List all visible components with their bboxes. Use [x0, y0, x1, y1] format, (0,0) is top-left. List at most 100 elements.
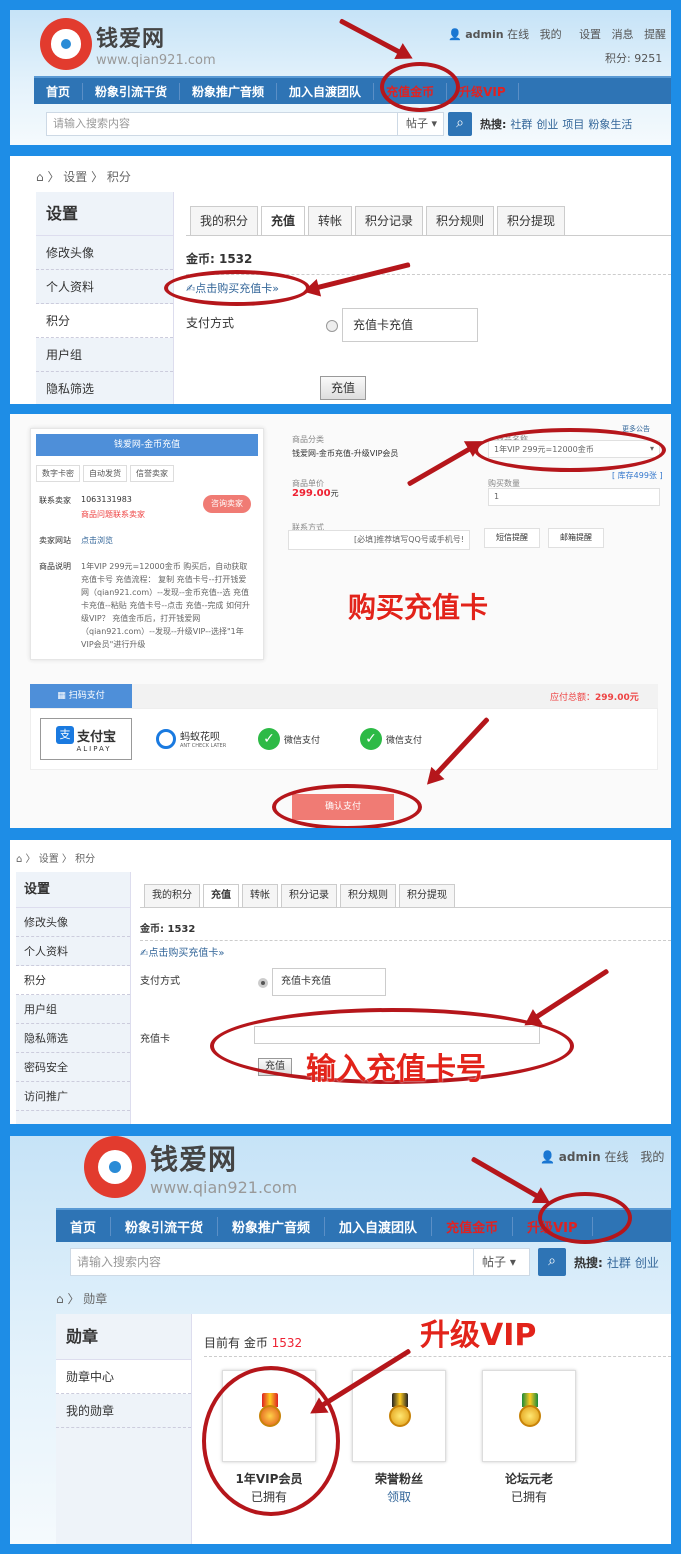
sidebar-item-avatar[interactable]: 修改头像	[36, 236, 173, 270]
gold-balance: 金币: 1532	[140, 924, 196, 935]
tab-transfer[interactable]: 转帐	[242, 884, 278, 908]
nav-home[interactable]: 首页	[56, 1216, 112, 1236]
search-bar: 请输入搜索内容 帖子 ▾ ⌕ 热搜: 社群 创业	[70, 1248, 659, 1276]
annotation-circle	[538, 1192, 632, 1244]
pay-alipay[interactable]: 支支付宝 ALIPAY	[40, 718, 132, 760]
site-logo[interactable]: 钱爱网 www.qian921.com	[84, 1136, 297, 1198]
card-option-label: 充值卡充值	[353, 318, 414, 332]
messages-link[interactable]: 消息	[612, 28, 634, 41]
card-option[interactable]: 充值卡充值	[272, 968, 386, 996]
user-icon: 👤	[448, 28, 462, 41]
total-amount: 应付总额：299.00元	[550, 690, 639, 703]
hot-item[interactable]: 创业	[536, 118, 558, 131]
nav-traffic[interactable]: 粉象引流干货	[111, 1216, 219, 1236]
pay-wechat-2[interactable]: ✓ 微信支付	[360, 728, 422, 750]
card-radio-selected[interactable]	[258, 978, 268, 988]
search-button[interactable]: ⌕	[448, 112, 472, 136]
crumb-settings[interactable]: 设置	[63, 170, 87, 184]
tab-transfer[interactable]: 转帐	[308, 206, 352, 236]
annotation-circle	[272, 784, 422, 828]
remind-link[interactable]: 提醒	[644, 28, 666, 41]
tab-my-points[interactable]: 我的积分	[144, 884, 200, 908]
nav-team[interactable]: 加入自渡团队	[325, 1216, 433, 1236]
annotation-circle	[474, 428, 666, 472]
tab-my-points[interactable]: 我的积分	[190, 206, 258, 236]
tab-points-rules[interactable]: 积分规则	[426, 206, 494, 236]
sms-remind-button[interactable]: 短信提醒	[484, 528, 540, 548]
sidebar-item-profile[interactable]: 个人资料	[36, 270, 173, 304]
sidebar-item-usergroup[interactable]: 用户组	[16, 995, 130, 1024]
tab-points-log[interactable]: 积分记录	[281, 884, 337, 908]
medal-claim-link[interactable]: 领取	[352, 1488, 446, 1505]
search-type-select[interactable]: 帖子 ▾	[398, 112, 444, 136]
crumb-settings[interactable]: 设置	[39, 854, 59, 865]
username[interactable]: admin	[465, 28, 503, 41]
annotation-arrow	[312, 262, 411, 292]
nav-team[interactable]: 加入自渡团队	[277, 82, 375, 100]
product-description: 1年VIP 299元=12000金币 购买后，自动获取 充值卡号 充值流程： 复…	[81, 562, 250, 649]
sidebar-item-avatar[interactable]: 修改头像	[16, 908, 130, 937]
sidebar-item-promote[interactable]: 访问推广	[16, 1082, 130, 1111]
annotation-arrow	[338, 18, 405, 57]
sidebar-item-privacy[interactable]: 隐私筛选	[36, 372, 173, 404]
sidebar-item-privacy[interactable]: 隐私筛选	[16, 1024, 130, 1053]
sidebar-item-usergroup[interactable]: 用户组	[36, 338, 173, 372]
consult-seller-button[interactable]: 咨询卖家	[203, 495, 251, 513]
search-type-select[interactable]: 帖子 ▾	[474, 1248, 530, 1276]
contact-input[interactable]: [必填]推荐填写QQ号或手机号!	[288, 530, 470, 550]
pay-huabei[interactable]: 蚂蚁花呗 ANT CHECK LATER	[156, 728, 226, 749]
tab-points-log[interactable]: 积分记录	[355, 206, 423, 236]
sidebar-item-points[interactable]: 积分	[16, 966, 130, 995]
sidebar-item-points[interactable]: 积分	[36, 304, 173, 338]
username[interactable]: admin	[559, 1150, 601, 1164]
my-link[interactable]: 我的	[640, 1150, 664, 1164]
nav-audio[interactable]: 粉象推广音频	[218, 1216, 326, 1236]
hot-item[interactable]: 粉象生活	[588, 118, 632, 131]
hot-item[interactable]: 社群	[607, 1256, 631, 1270]
points-display[interactable]: 积分: 9251	[605, 50, 662, 66]
site-logo[interactable]: 钱爱网 www.qian921.com	[40, 18, 216, 70]
search-icon: ⌕	[456, 115, 464, 131]
pay-wechat-1[interactable]: ✓ 微信支付	[258, 728, 320, 750]
hot-item[interactable]: 创业	[635, 1256, 659, 1270]
price-unit: 元	[330, 489, 339, 498]
site-link[interactable]: 点击浏览	[81, 535, 113, 546]
tab-recharge[interactable]: 充值	[203, 884, 239, 908]
sidebar-item-my-medals[interactable]: 我的勋章	[56, 1394, 191, 1428]
card-radio[interactable]	[326, 320, 338, 332]
nav-traffic[interactable]: 粉象引流干货	[83, 82, 181, 100]
tab-withdraw[interactable]: 积分提现	[399, 884, 455, 908]
tab-points-rules[interactable]: 积分规则	[340, 884, 396, 908]
my-link[interactable]: 我的	[540, 28, 562, 41]
logo-name: 钱爱网	[96, 25, 166, 52]
sidebar-item-medal-center[interactable]: 勋章中心	[56, 1360, 191, 1394]
medal-card-veteran[interactable]	[482, 1370, 576, 1462]
search-input[interactable]: 请输入搜索内容	[70, 1248, 474, 1276]
tab-recharge[interactable]: 充值	[261, 206, 305, 236]
hot-item[interactable]: 项目	[562, 118, 584, 131]
buy-card-link[interactable]: ✍点击购买充值卡»	[140, 944, 225, 959]
home-icon[interactable]: ⌂	[56, 1292, 64, 1306]
home-icon[interactable]: ⌂	[16, 854, 22, 865]
sidebar-item-profile[interactable]: 个人资料	[16, 937, 130, 966]
qty-input[interactable]: 1	[488, 488, 660, 506]
search-input[interactable]: 请输入搜索内容	[46, 112, 398, 136]
nav-recharge[interactable]: 充值金币	[432, 1216, 514, 1236]
mail-remind-button[interactable]: 邮箱提醒	[548, 528, 604, 548]
home-icon[interactable]: ⌂	[36, 170, 44, 184]
search-button[interactable]: ⌕	[538, 1248, 566, 1276]
divider	[204, 1356, 671, 1357]
scan-pay-tab[interactable]: ▦ 扫码支付	[30, 684, 132, 708]
sidebar-item-password[interactable]: 密码安全	[16, 1053, 130, 1082]
tab-withdraw[interactable]: 积分提现	[497, 206, 565, 236]
recharge-button[interactable]: 充值	[320, 376, 366, 400]
pay-method-label: 支付方式	[186, 316, 235, 330]
gold-value: 1532	[271, 1336, 303, 1350]
alipay-label: 支付宝	[76, 729, 116, 745]
card-option[interactable]: 充值卡充值	[342, 308, 478, 342]
hot-item[interactable]: 社群	[510, 118, 532, 131]
medal-card-fan[interactable]	[352, 1370, 446, 1462]
settings-link[interactable]: 设置	[579, 28, 601, 41]
nav-audio[interactable]: 粉象推广音频	[180, 82, 278, 100]
nav-home[interactable]: 首页	[34, 82, 84, 100]
